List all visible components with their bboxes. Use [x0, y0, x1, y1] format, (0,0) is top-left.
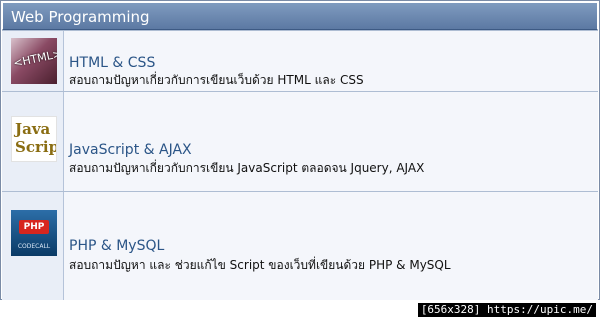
forum-row-html-css[interactable]: <HTML> HTML & CSS สอบถามปัญหาเกี่ยวกับกา… — [2, 30, 598, 91]
javascript-icon: Java Script — [11, 116, 57, 162]
forum-title-link[interactable]: JavaScript & AJAX — [69, 142, 192, 158]
forum-icon-cell: PHP CODECALL — [2, 192, 64, 300]
forum-row-javascript-ajax[interactable]: Java Script JavaScript & AJAX สอบถามปัญห… — [2, 91, 598, 191]
forum-text-cell: PHP & MySQL สอบถามปัญหา และ ช่วยแก้ไข Sc… — [64, 192, 598, 300]
forum-text-cell: JavaScript & AJAX สอบถามปัญหาเกี่ยวกับกา… — [64, 92, 598, 191]
forum-description: สอบถามปัญหาเกี่ยวกับการเขียนเว็บด้วย HTM… — [69, 73, 364, 87]
forum-description: สอบถามปัญหาเกี่ยวกับการเขียน JavaScript … — [69, 161, 425, 175]
forum-icon-cell: <HTML> — [2, 31, 64, 91]
forum-text-cell: HTML & CSS สอบถามปัญหาเกี่ยวกับการเขียนเ… — [64, 31, 598, 91]
category-header: Web Programming — [2, 2, 598, 30]
forum-title-link[interactable]: HTML & CSS — [69, 55, 155, 71]
forum-row-php-mysql[interactable]: PHP CODECALL PHP & MySQL สอบถามปัญหา และ… — [2, 191, 598, 300]
category-title: Web Programming — [11, 8, 150, 26]
forum-description: สอบถามปัญหา และ ช่วยแก้ไข Script ของเว็บ… — [69, 258, 451, 272]
forum-icon-cell: Java Script — [2, 92, 64, 191]
forum-title-link[interactable]: PHP & MySQL — [69, 238, 164, 254]
image-host-watermark: [656x328] https://upic.me/ — [417, 303, 596, 317]
php-icon: PHP CODECALL — [11, 210, 57, 256]
html-icon: <HTML> — [11, 38, 57, 84]
forum-category-panel: Web Programming <HTML> HTML & CSS สอบถาม… — [0, 0, 600, 300]
